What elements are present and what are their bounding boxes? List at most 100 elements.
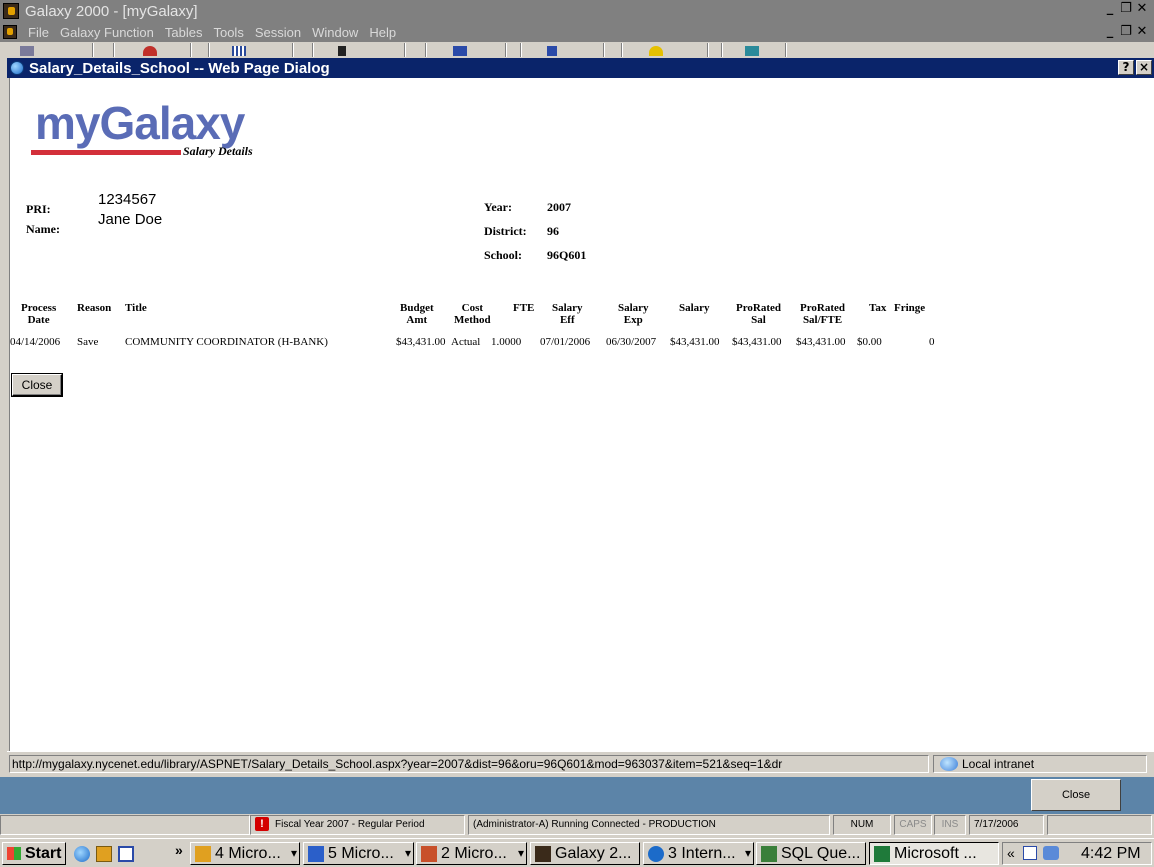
- task-button-2[interactable]: 5 Micro... ▾: [303, 842, 414, 865]
- start-button[interactable]: Start: [2, 842, 66, 865]
- help-button[interactable]: ?: [1118, 60, 1134, 75]
- task-label: 2 Micro...: [441, 845, 507, 862]
- toolbar-separator: [113, 43, 115, 57]
- header-salary-exp: Salary Exp: [618, 302, 649, 326]
- toolbar-separator: [621, 43, 623, 57]
- tray-network-icon[interactable]: [1043, 846, 1059, 860]
- restore-icon[interactable]: ❐: [1118, 2, 1134, 16]
- toolbar-tool-icon[interactable]: [338, 46, 346, 56]
- toolbar-grid-icon[interactable]: [232, 46, 246, 56]
- menu-tools[interactable]: Tools: [213, 25, 243, 40]
- header-fte: FTE: [513, 302, 535, 314]
- taskbar: Start » 4 Micro... ▾ 5 Micro... ▾ 2 Micr…: [0, 838, 1154, 867]
- doc-close-icon[interactable]: ✕: [1134, 25, 1150, 39]
- year-label: Year:: [484, 200, 512, 214]
- menu-session[interactable]: Session: [255, 25, 301, 40]
- fiscal-label: Fiscal Year 2007 - Regular Period: [275, 819, 425, 830]
- task-button-6[interactable]: SQL Que...: [756, 842, 866, 865]
- clock[interactable]: 4:42 PM: [1081, 843, 1141, 864]
- close-button[interactable]: Close: [11, 373, 63, 397]
- menu-file[interactable]: File: [28, 25, 49, 40]
- name-label: Name:: [26, 222, 60, 236]
- ie-status-bar: http://mygalaxy.nycenet.edu/library/ASPN…: [7, 751, 1154, 774]
- menu-help[interactable]: Help: [369, 25, 396, 40]
- task-label: Galaxy 2...: [555, 845, 632, 862]
- toolbar-separator: [190, 43, 192, 57]
- dialog-close-button[interactable]: ×: [1136, 60, 1152, 75]
- doc-minimize-icon[interactable]: _: [1102, 25, 1118, 39]
- menu-window[interactable]: Window: [312, 25, 358, 40]
- toolbar-tool-icon[interactable]: [143, 46, 157, 56]
- task-button-3[interactable]: 2 Micro... ▾: [416, 842, 527, 865]
- quicklaunch-desktop-icon[interactable]: [118, 846, 134, 862]
- header-salary-eff: Salary Eff: [552, 302, 583, 326]
- pri-value: 1234567: [98, 191, 157, 208]
- cell-fringe: 0: [929, 336, 935, 348]
- app-toolbar: [0, 42, 1154, 58]
- task-button-7[interactable]: Microsoft ...: [869, 842, 999, 865]
- cell-prorated-sal-fte: $43,431.00: [796, 336, 846, 348]
- minimize-icon[interactable]: _: [1102, 2, 1118, 16]
- toolbar-tool-icon[interactable]: [20, 46, 34, 56]
- cell-fte: 1.0000: [491, 336, 522, 348]
- header-prorated-sal: ProRated Sal: [736, 302, 782, 326]
- word-icon: [308, 846, 324, 862]
- task-button-1[interactable]: 4 Micro... ▾: [190, 842, 300, 865]
- toolbar-monitor-icon[interactable]: [453, 46, 467, 56]
- dialog-controls: ? ×: [1118, 60, 1152, 75]
- toolbar-separator: [603, 43, 605, 57]
- status-pane-empty: [0, 815, 250, 835]
- menu-tables[interactable]: Tables: [165, 25, 203, 40]
- logo-subtitle: Salary Details: [183, 144, 253, 158]
- windows-logo-icon: [7, 847, 21, 860]
- quicklaunch-chevron[interactable]: »: [175, 842, 183, 858]
- cell-process-date: 04/14/2006: [10, 336, 61, 348]
- connection-status: (Administrator-A) Running Connected - PR…: [468, 815, 830, 835]
- task-label: Microsoft ...: [894, 845, 977, 862]
- toolbar-separator: [520, 43, 522, 57]
- school-value: 96Q601: [547, 248, 587, 262]
- logo-red-bar: [31, 150, 181, 155]
- start-label: Start: [25, 845, 62, 862]
- header-cost-method: Cost Method: [454, 302, 491, 326]
- year-value: 2007: [547, 200, 571, 214]
- caps-indicator: CAPS: [894, 815, 932, 835]
- quicklaunch-outlook-icon[interactable]: [96, 846, 112, 862]
- system-tray: « 4:42 PM: [1002, 842, 1152, 865]
- header-prorated-sal-fte: ProRated Sal/FTE: [800, 302, 846, 326]
- chevron-down-icon: ▾: [290, 846, 297, 860]
- app-menu-bar: File Galaxy Function Tables Tools Sessio…: [0, 22, 1154, 42]
- galaxy-icon: [535, 846, 551, 862]
- dialog-title-bar: Salary_Details_School -- Web Page Dialog…: [7, 58, 1154, 78]
- name-value: Jane Doe: [98, 211, 163, 228]
- header-process-date: Process Date: [21, 302, 57, 326]
- status-pane-empty-2: [1047, 815, 1152, 835]
- toolbar-separator: [707, 43, 709, 57]
- toolbar-smile-icon[interactable]: [649, 46, 663, 56]
- zone-label: Local intranet: [962, 757, 1035, 771]
- galaxy-close-button[interactable]: Close: [1031, 779, 1121, 811]
- toolbar-exit-icon[interactable]: [745, 46, 759, 56]
- header-salary: Salary: [679, 302, 710, 314]
- app-title: Galaxy 2000 - [myGalaxy]: [25, 2, 198, 20]
- outlook-icon: [195, 846, 211, 862]
- tray-monitor-icon[interactable]: [1023, 846, 1037, 860]
- close-icon[interactable]: ✕: [1134, 2, 1150, 16]
- quicklaunch-ie-icon[interactable]: [74, 846, 90, 862]
- doc-restore-icon[interactable]: ❐: [1118, 25, 1134, 39]
- ins-indicator: INS: [934, 815, 966, 835]
- menu-galaxy-function[interactable]: Galaxy Function: [60, 25, 154, 40]
- document-icon[interactable]: [3, 25, 17, 39]
- toolbar-window-icon[interactable]: [547, 46, 557, 56]
- toolbar-separator: [721, 43, 723, 57]
- toolbar-separator: [312, 43, 314, 57]
- cell-reason: Save: [77, 336, 99, 348]
- tray-chevron[interactable]: «: [1007, 843, 1015, 864]
- task-label: 3 Intern...: [668, 845, 736, 862]
- task-button-4[interactable]: Galaxy 2...: [530, 842, 640, 865]
- task-button-5[interactable]: 3 Intern... ▾: [643, 842, 754, 865]
- cell-salary-eff: 07/01/2006: [540, 336, 591, 348]
- chevron-down-icon: ▾: [517, 846, 524, 860]
- galaxy-app-icon[interactable]: [3, 3, 19, 19]
- chevron-down-icon: ▾: [404, 846, 411, 860]
